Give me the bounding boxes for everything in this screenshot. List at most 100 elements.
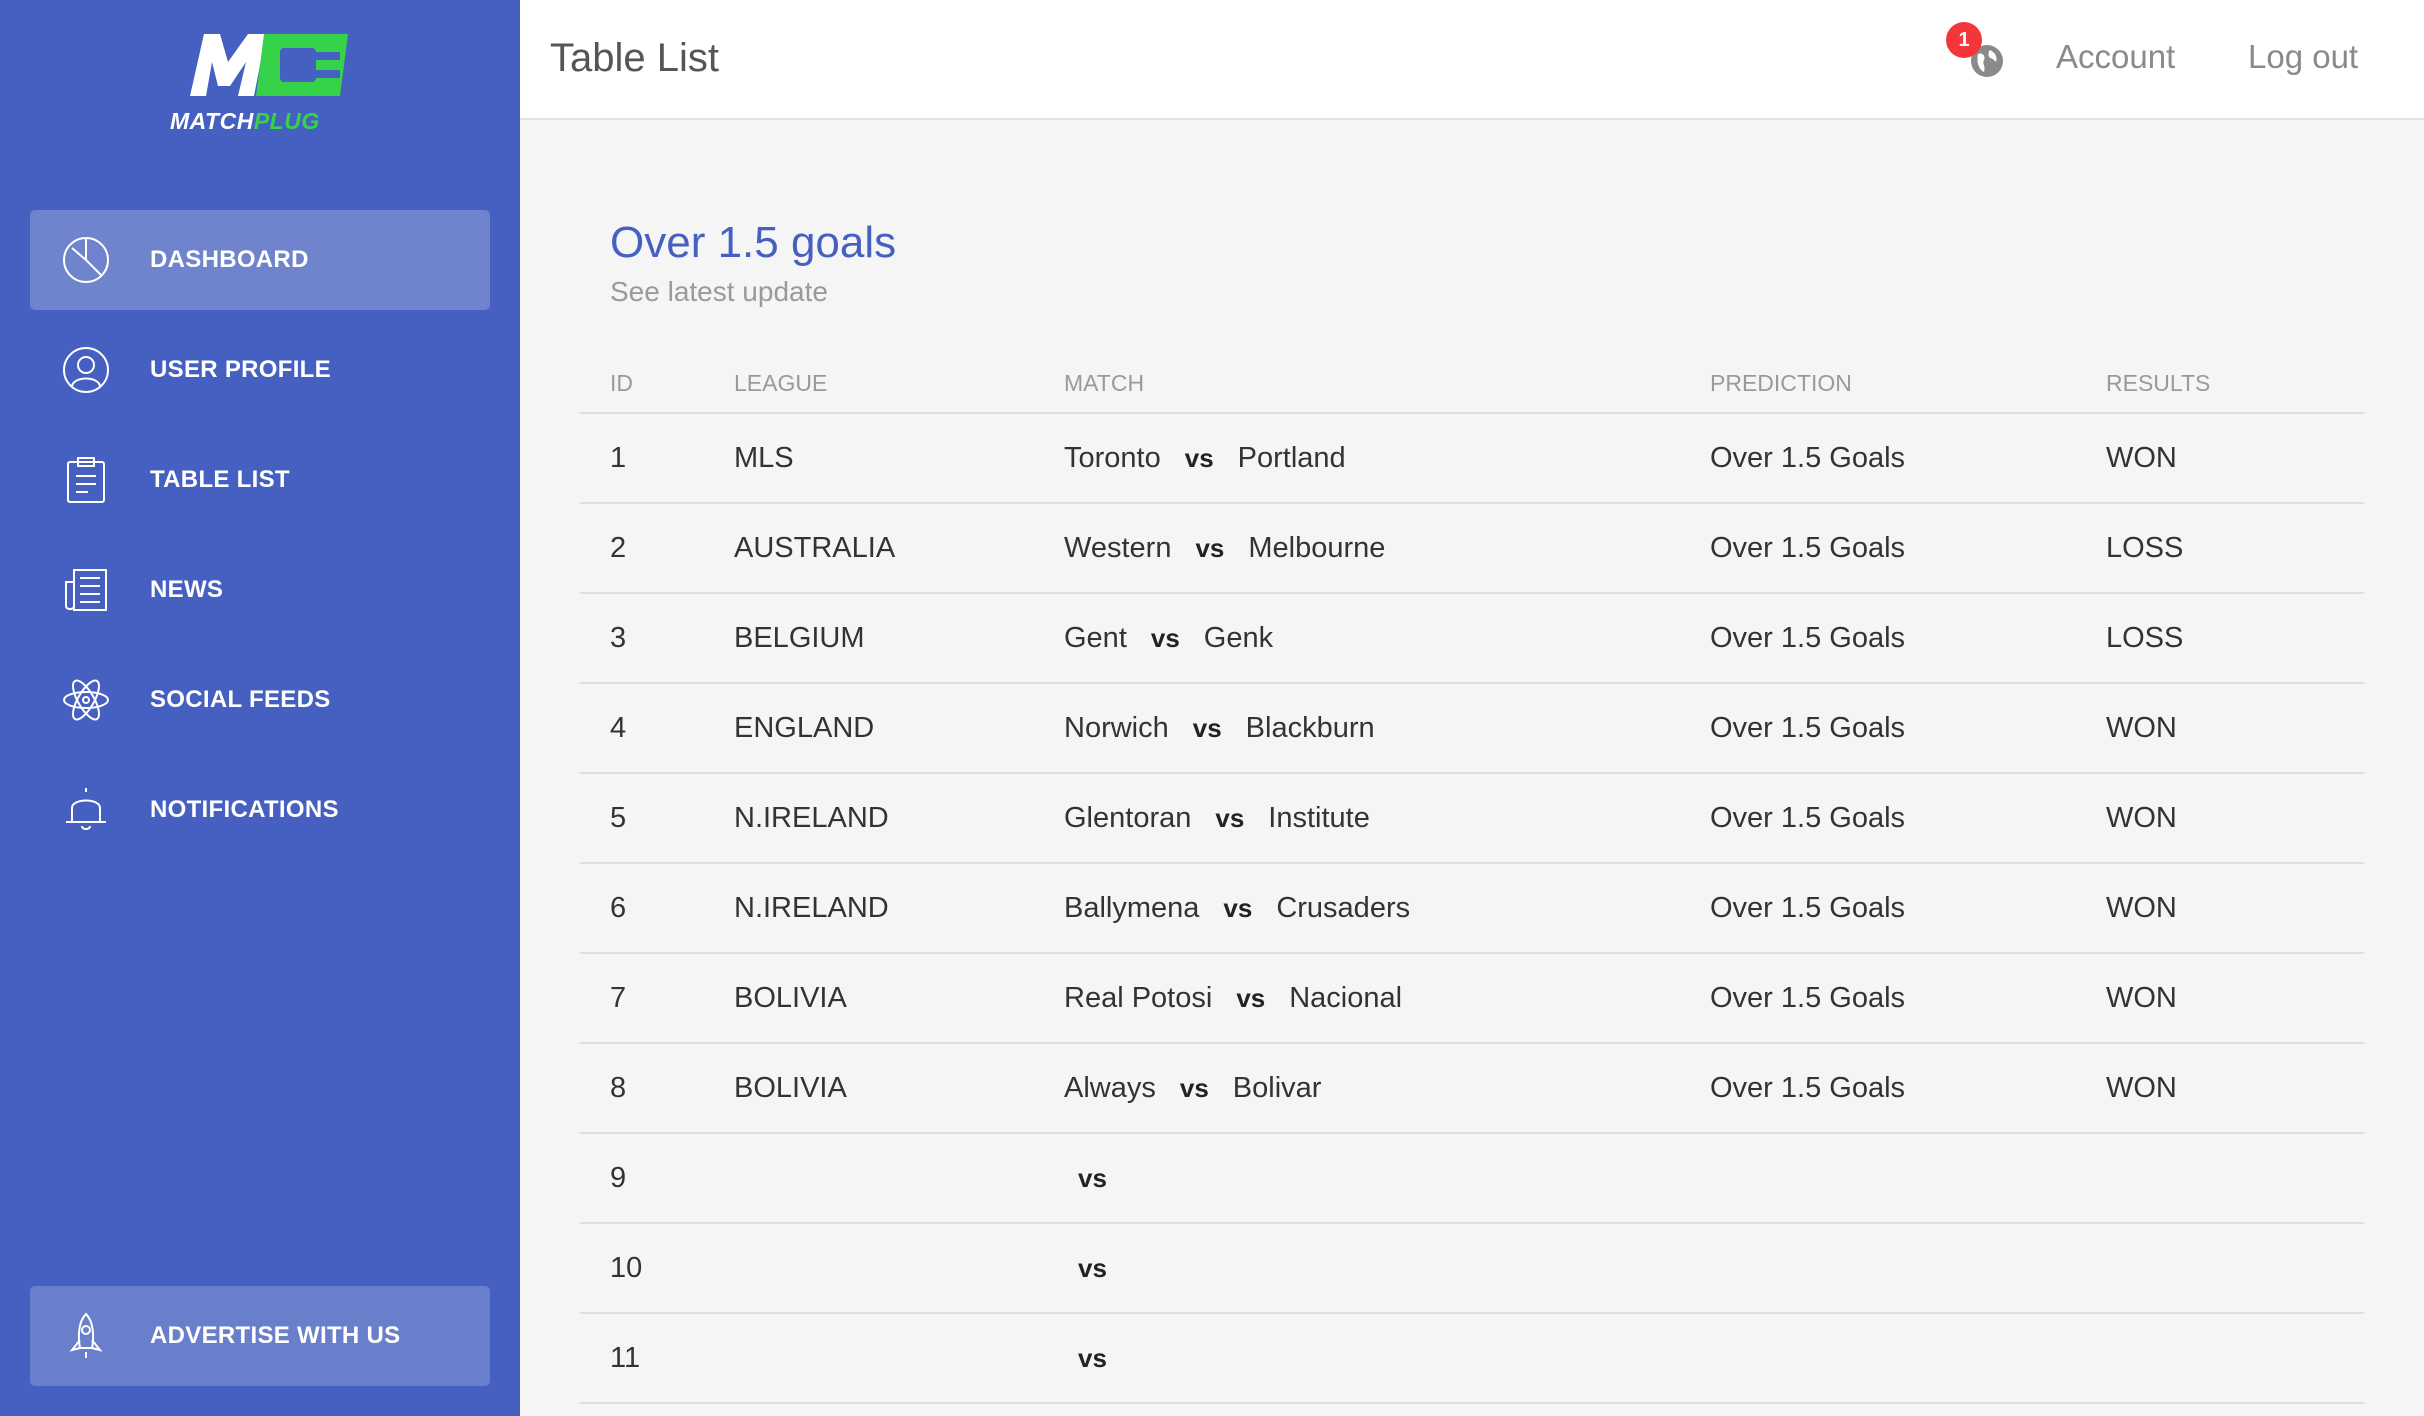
away-team: Melbourne [1248, 532, 1386, 564]
cell-result: WON [2106, 1072, 2177, 1104]
cell-prediction: Over 1.5 Goals [1710, 982, 1906, 1014]
cell-match: Western vs Melbourne [1064, 504, 1385, 592]
cell-prediction: Over 1.5 Goals [1710, 892, 1906, 924]
top-navbar: Table List 1 Account Log out [520, 0, 2424, 120]
cell-result: WON [2106, 712, 2177, 744]
home-team: Western [1064, 532, 1172, 564]
vs-label: vs [1223, 893, 1253, 923]
table-row: 1 MLS Toronto vs Portland Over 1.5 Goals WON [580, 414, 2364, 504]
cell-league: N.IRELAND [734, 892, 889, 924]
sidebar-item-user-profile[interactable]: USER PROFILE [30, 320, 490, 420]
user-icon [63, 347, 109, 393]
cell-result: WON [2106, 892, 2177, 924]
sidebar-item-table-list[interactable]: TABLE LIST [30, 430, 490, 530]
cell-result: WON [2106, 982, 2177, 1014]
sidebar-item-label: NEWS [150, 576, 224, 603]
table-row: 4 ENGLAND Norwich vs Blackburn Over 1.5 Goals… [580, 684, 2364, 774]
cell-match: vs [1064, 1224, 1131, 1312]
notifications-button[interactable]: 1 [1946, 22, 2006, 82]
home-team: Norwich [1064, 712, 1169, 744]
sidebar-item-news[interactable]: NEWS [30, 540, 490, 640]
away-team: Institute [1268, 802, 1370, 834]
cell-prediction: Over 1.5 Goals [1710, 712, 1906, 744]
away-team: Crusaders [1276, 892, 1411, 924]
cell-id: 7 [610, 982, 627, 1014]
cell-id: 11 [610, 1342, 641, 1374]
away-team: Genk [1203, 622, 1274, 654]
cell-league: ENGLAND [734, 712, 875, 744]
sidebar-item-notifications[interactable]: NOTIFICATIONS [30, 760, 490, 860]
table-row: 2 AUSTRALIA Western vs Melbourne Over 1.5 Goa… [580, 504, 2364, 594]
vs-label: vs [1184, 443, 1214, 473]
cell-id: 1 [610, 442, 627, 474]
cell-result: WON [2106, 442, 2177, 474]
cell-match: Always vs Bolivar [1064, 1044, 1321, 1132]
cell-result: WON [2106, 802, 2177, 834]
cell-match: Real Potosi vs Nacional [1064, 954, 1402, 1042]
vs-label: vs [1192, 713, 1222, 743]
brand-wordmark-part1: MATCH [170, 108, 254, 134]
notification-badge: 1 [1946, 22, 1982, 58]
vs-label: vs [1215, 803, 1245, 833]
home-team: Glentoran [1064, 802, 1192, 834]
column-header-results: RESULTS [2106, 370, 2211, 396]
cell-id: 5 [610, 802, 627, 834]
card-title: Over 1.5 goals [610, 218, 897, 267]
cell-id: 3 [610, 622, 627, 654]
table-row: 11 vs [580, 1314, 2364, 1404]
cell-id: 8 [610, 1072, 627, 1104]
table-row: 10 vs [580, 1224, 2364, 1314]
table-row: 5 N.IRELAND Glentoran vs Institute Over 1.5 G… [580, 774, 2364, 864]
table-row: 8 BOLIVIA Always vs Bolivar Over 1.5 Goals WON [580, 1044, 2364, 1134]
sidebar-item-label: DASHBOARD [150, 246, 309, 273]
sidebar: MATCHPLUG DASHBOARD USER PROFILE TABLE L… [0, 0, 520, 1416]
table-row: 6 N.IRELAND Ballymena vs Crusaders Over 1.5 G… [580, 864, 2364, 954]
advertise-label: ADVERTISE WITH US [150, 1322, 401, 1349]
cell-match: Ballymena vs Crusaders [1064, 864, 1410, 952]
rocket-icon [69, 1312, 103, 1358]
away-team: Nacional [1289, 982, 1403, 1014]
predictions-table: ID LEAGUE MATCH PREDICTION RESULTS 1 MLS T… [580, 352, 2364, 1404]
cell-prediction: Over 1.5 Goals [1710, 622, 1906, 654]
home-team: Real Potosi [1064, 982, 1213, 1014]
table-row: 7 BOLIVIA Real Potosi vs Nacional Over 1.5 Go… [580, 954, 2364, 1044]
sidebar-item-dashboard[interactable]: DASHBOARD [30, 210, 490, 310]
vs-label: vs [1078, 1253, 1107, 1283]
cell-id: 4 [610, 712, 627, 744]
account-link[interactable]: Account [2056, 38, 2175, 76]
cell-league: MLS [734, 442, 794, 474]
newspaper-icon [65, 569, 107, 611]
page-title: Table List [550, 36, 719, 80]
vs-label: vs [1150, 623, 1180, 653]
logout-link[interactable]: Log out [2248, 38, 2358, 76]
cell-prediction: Over 1.5 Goals [1710, 1072, 1906, 1104]
pie-chart-icon [63, 237, 109, 283]
away-team: Bolivar [1232, 1072, 1322, 1104]
cell-id: 2 [610, 532, 627, 564]
vs-label: vs [1078, 1343, 1107, 1373]
cell-result: LOSS [2106, 622, 2184, 654]
cell-match: Glentoran vs Institute [1064, 774, 1370, 862]
bell-icon [66, 788, 106, 830]
cell-league: N.IRELAND [734, 802, 889, 834]
sidebar-item-label: NOTIFICATIONS [150, 796, 339, 823]
sidebar-item-label: USER PROFILE [150, 356, 331, 383]
cell-match: vs [1064, 1314, 1131, 1402]
table-row: 9 vs [580, 1134, 2364, 1224]
advertise-button[interactable]: ADVERTISE WITH US [30, 1286, 490, 1386]
cell-prediction: Over 1.5 Goals [1710, 532, 1906, 564]
sidebar-item-social-feeds[interactable]: SOCIAL FEEDS [30, 650, 490, 750]
home-team: Toronto [1064, 442, 1161, 474]
sidebar-item-label: TABLE LIST [150, 466, 290, 493]
cell-prediction: Over 1.5 Goals [1710, 442, 1906, 474]
cell-id: 10 [610, 1252, 643, 1284]
vs-label: vs [1195, 533, 1225, 563]
table-row: 3 BELGIUM Gent vs Genk Over 1.5 Goals LOSS [580, 594, 2364, 684]
cell-league: BOLIVIA [734, 982, 847, 1014]
column-header-prediction: PREDICTION [1710, 370, 1852, 396]
cell-league: BOLIVIA [734, 1072, 847, 1104]
vs-label: vs [1236, 983, 1266, 1013]
card-subtitle: See latest update [610, 276, 828, 307]
cell-id: 6 [610, 892, 627, 924]
cell-match: Toronto vs Portland [1064, 414, 1346, 502]
